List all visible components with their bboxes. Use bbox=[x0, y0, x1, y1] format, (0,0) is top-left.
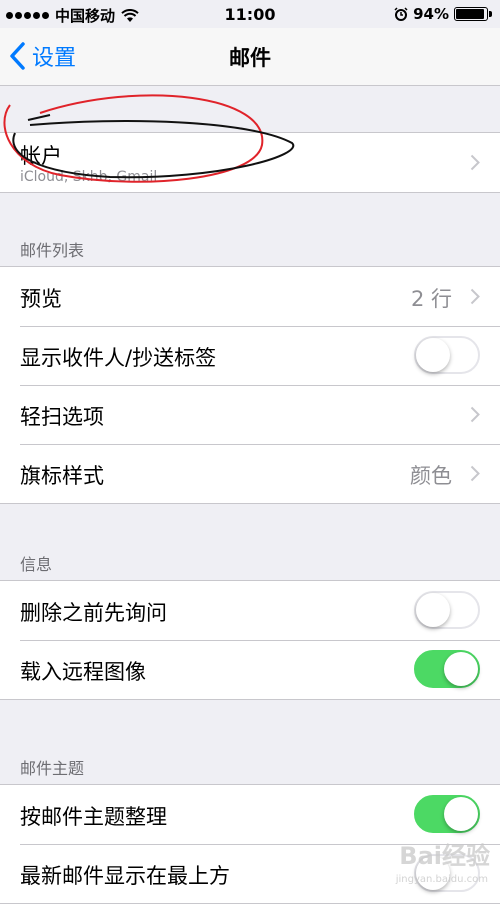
show-to-cc-label: 显示收件人/抄送标签 bbox=[20, 346, 217, 370]
ask-before-delete-label: 删除之前先询问 bbox=[20, 601, 167, 625]
navigation-bar: 设置 邮件 bbox=[0, 28, 500, 86]
messages-group: 删除之前先询问 载入远程图像 bbox=[0, 580, 500, 700]
ask-before-delete-toggle[interactable] bbox=[414, 591, 480, 629]
preview-row[interactable]: 预览 2 行 bbox=[0, 267, 500, 326]
flag-style-row[interactable]: 旗标样式 颜色 bbox=[0, 444, 500, 503]
page-title: 邮件 bbox=[229, 46, 271, 70]
chevron-right-icon bbox=[470, 154, 480, 171]
mail-list-group: 预览 2 行 显示收件人/抄送标签 轻扫选项 旗标样式 颜色 bbox=[0, 266, 500, 504]
ask-before-delete-row: 删除之前先询问 bbox=[0, 581, 500, 640]
show-to-cc-row: 显示收件人/抄送标签 bbox=[0, 326, 500, 385]
organize-by-thread-toggle[interactable] bbox=[414, 795, 480, 833]
swipe-options-label: 轻扫选项 bbox=[20, 405, 104, 429]
preview-value: 2 行 bbox=[410, 287, 452, 311]
most-recent-on-top-label: 最新邮件显示在最上方 bbox=[20, 864, 230, 888]
accounts-sublabel: iCloud, Skhb, Gmail bbox=[20, 169, 158, 185]
accounts-label: 帐户 bbox=[20, 144, 62, 168]
section-header-threading: 邮件主题 bbox=[20, 759, 85, 778]
watermark-sub: jingyan.baidu.com bbox=[395, 874, 488, 885]
battery-icon bbox=[454, 7, 492, 21]
load-remote-images-row: 载入远程图像 bbox=[0, 640, 500, 699]
section-header-messages: 信息 bbox=[20, 555, 53, 574]
show-to-cc-toggle[interactable] bbox=[414, 336, 480, 374]
chevron-right-icon bbox=[470, 465, 480, 482]
section-header-mail-list: 邮件列表 bbox=[20, 241, 85, 260]
alarm-icon bbox=[394, 7, 408, 21]
preview-label: 预览 bbox=[20, 287, 62, 311]
accounts-group: 帐户 iCloud, Skhb, Gmail bbox=[0, 132, 500, 193]
flag-style-value: 颜色 bbox=[410, 464, 452, 488]
chevron-right-icon bbox=[470, 406, 480, 423]
load-remote-images-toggle[interactable] bbox=[414, 650, 480, 688]
watermark: Bai经验 bbox=[399, 842, 490, 870]
load-remote-images-label: 载入远程图像 bbox=[20, 660, 146, 684]
status-bar: 中国移动 11:00 94% bbox=[0, 0, 500, 28]
battery-percent: 94% bbox=[413, 5, 449, 23]
flag-style-label: 旗标样式 bbox=[20, 464, 104, 488]
swipe-options-row[interactable]: 轻扫选项 bbox=[0, 385, 500, 444]
accounts-row[interactable]: 帐户 iCloud, Skhb, Gmail bbox=[0, 133, 500, 192]
organize-by-thread-label: 按邮件主题整理 bbox=[20, 805, 167, 829]
chevron-right-icon bbox=[470, 288, 480, 305]
status-right: 94% bbox=[394, 5, 492, 23]
